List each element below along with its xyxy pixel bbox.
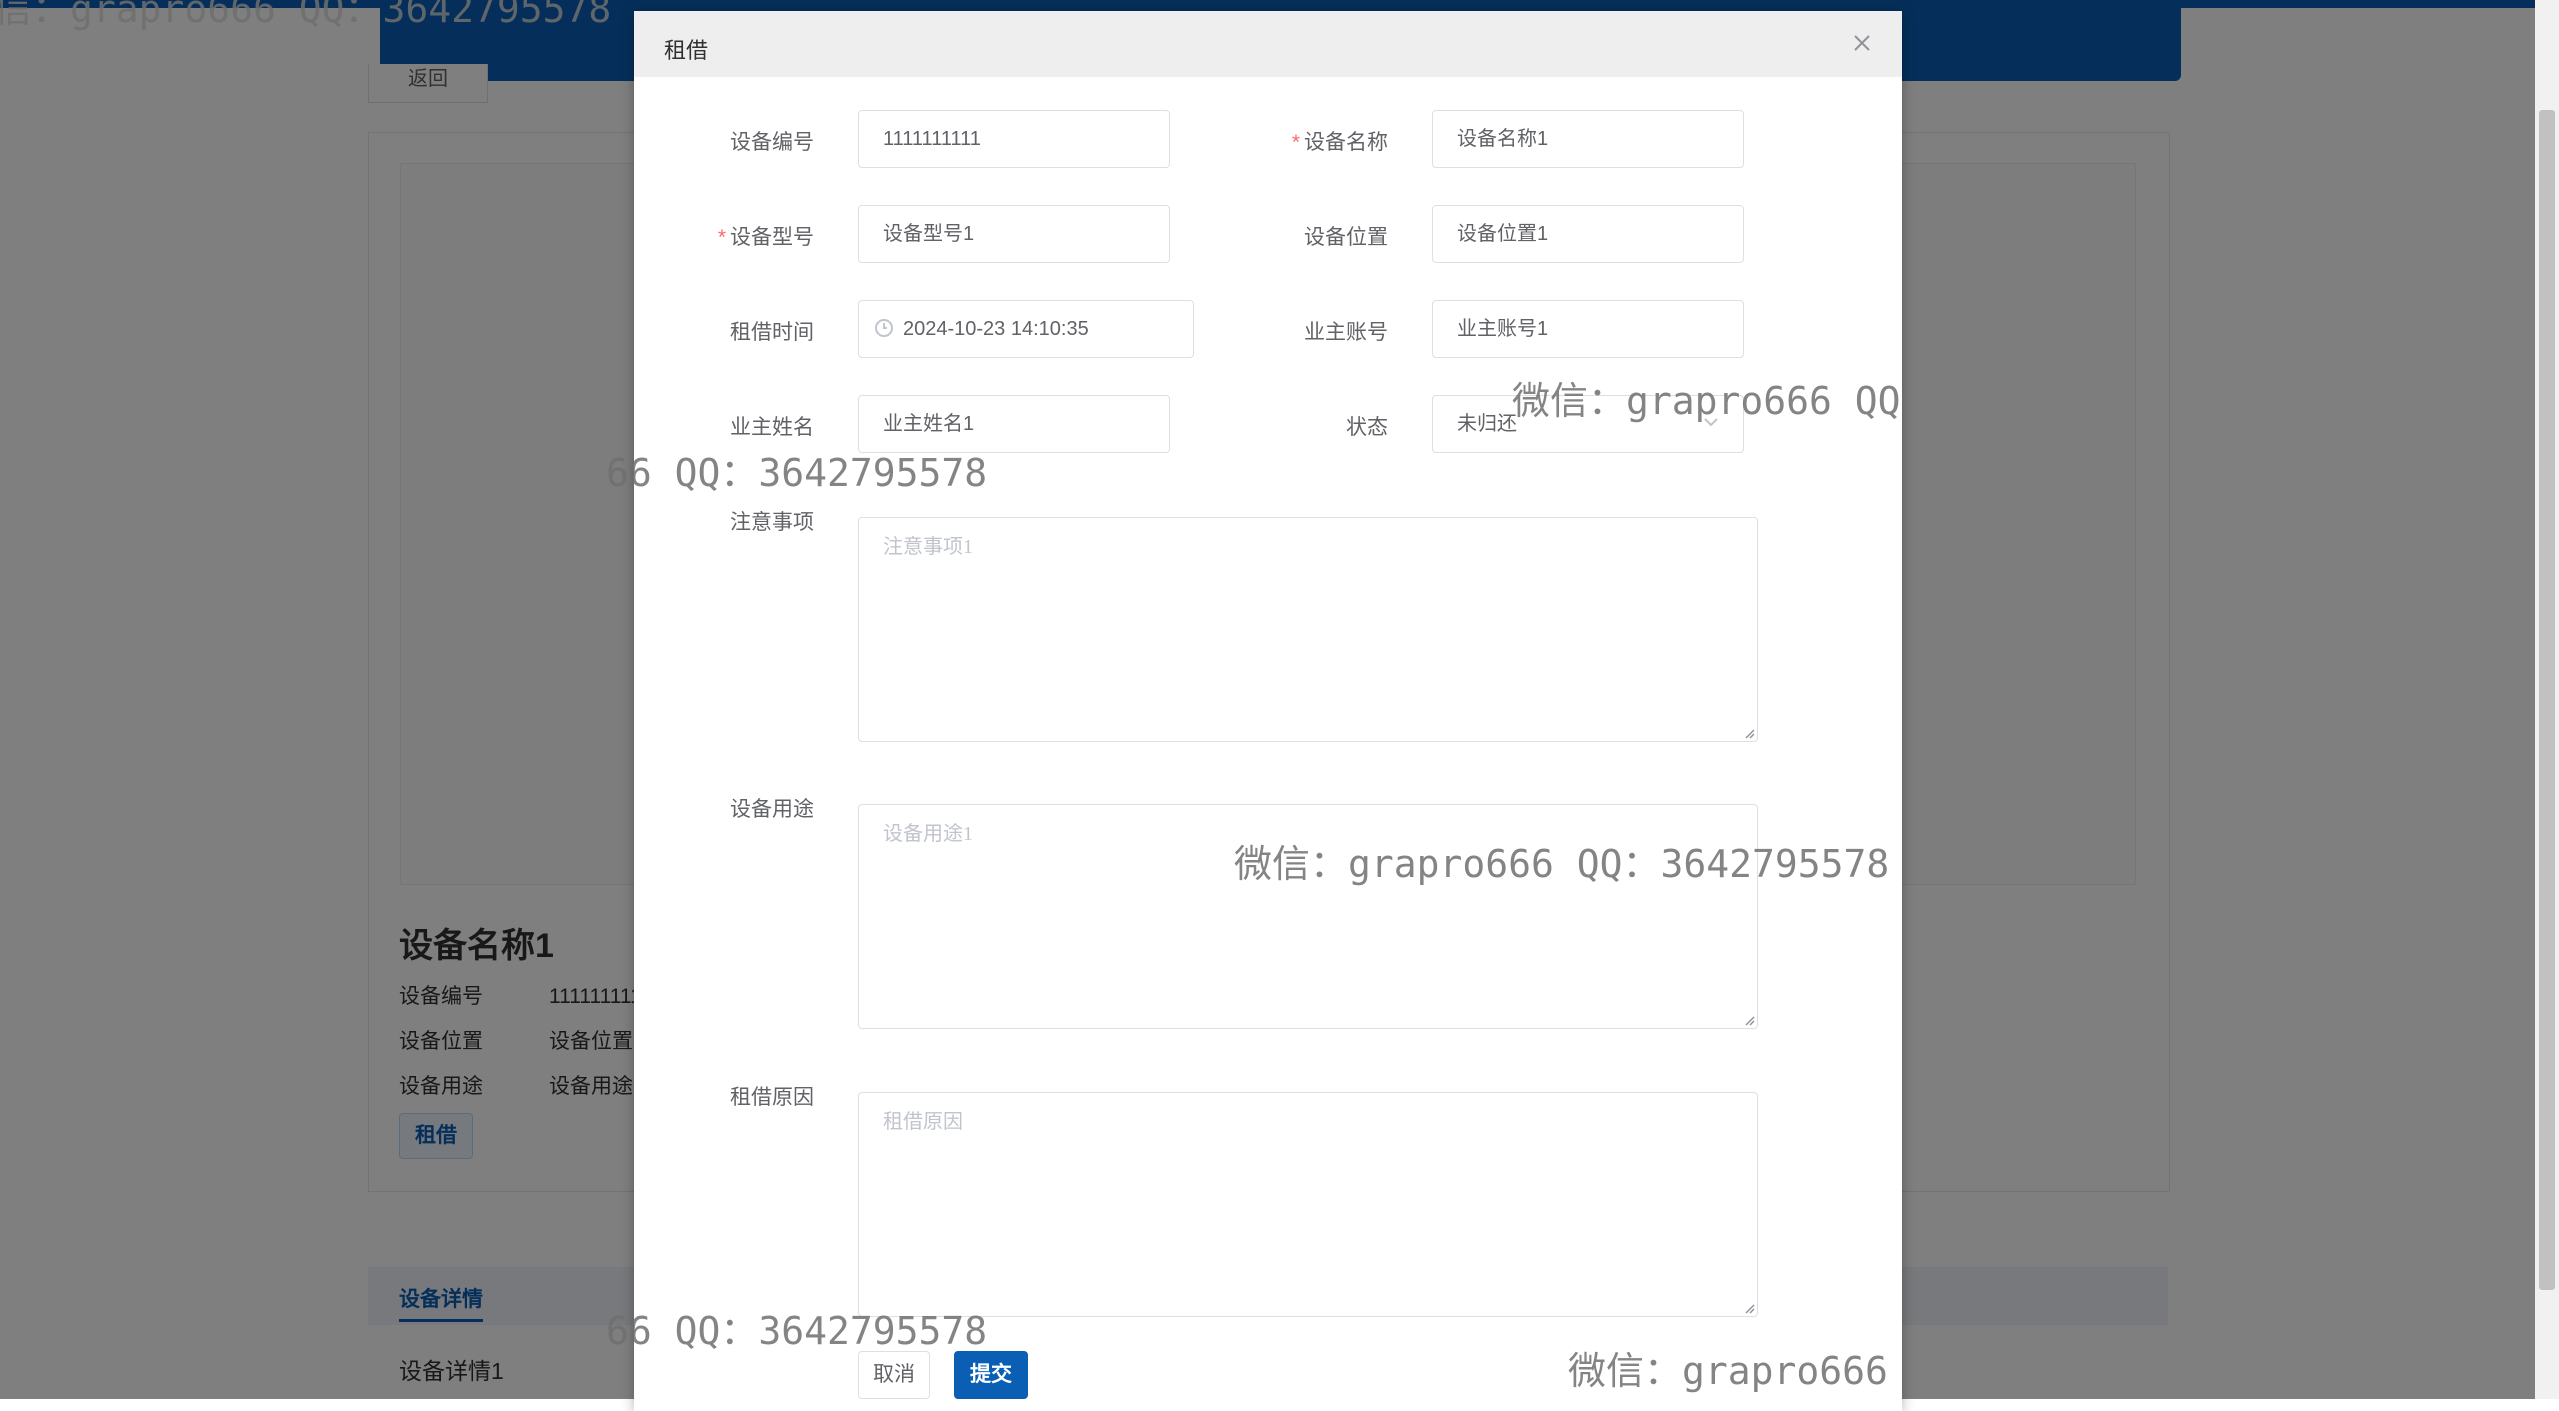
resize-handle-icon[interactable] (1743, 1302, 1755, 1314)
resize-handle-icon[interactable] (1743, 1014, 1755, 1026)
dialog-header: 租借 (634, 11, 1902, 77)
close-icon[interactable] (1848, 29, 1876, 57)
usage-placeholder: 设备用途1 (883, 823, 973, 845)
reason-textarea[interactable]: 租借原因 (858, 1092, 1758, 1317)
label-rent-time: 租借时间 (634, 316, 814, 346)
label-usage: 设备用途 (634, 793, 814, 823)
label-text: 业主姓名 (730, 416, 814, 439)
usage-textarea[interactable]: 设备用途1 (858, 804, 1758, 1029)
label-text: 设备编号 (730, 131, 814, 154)
owner-name-field[interactable]: 业主姓名1 (858, 395, 1170, 453)
label-text: 设备位置 (1304, 226, 1388, 249)
label-text: 注意事项 (730, 511, 814, 534)
notes-placeholder: 注意事项1 (883, 536, 973, 558)
label-device-model: * 设备型号 (634, 221, 814, 251)
submit-button[interactable]: 提交 (954, 1351, 1028, 1399)
rent-time-value: 2024-10-23 14:10:35 (903, 318, 1089, 340)
label-device-name: * 设备名称 (1208, 126, 1388, 156)
owner-account-field[interactable]: 业主账号1 (1432, 300, 1744, 358)
dialog-title: 租借 (664, 38, 709, 63)
reason-placeholder: 租借原因 (883, 1111, 963, 1133)
label-text: 租借时间 (730, 321, 814, 344)
required-mark: * (1291, 131, 1300, 154)
label-status: 状态 (1208, 411, 1388, 441)
clock-icon (875, 318, 893, 337)
label-owner-name: 业主姓名 (634, 411, 814, 441)
label-owner-account: 业主账号 (1208, 316, 1388, 346)
required-mark: * (717, 226, 726, 249)
page-scrollbar[interactable] (2535, 0, 2559, 1399)
device-model-field[interactable]: 设备型号1 (858, 205, 1170, 263)
label-notes: 注意事项 (634, 506, 814, 536)
label-text: 设备型号 (730, 226, 814, 249)
label-device-no: 设备编号 (634, 126, 814, 156)
status-value: 未归还 (1457, 413, 1517, 435)
cancel-button[interactable]: 取消 (858, 1351, 930, 1399)
resize-handle-icon[interactable] (1743, 727, 1755, 739)
notes-textarea[interactable]: 注意事项1 (858, 517, 1758, 742)
label-text: 设备用途 (730, 798, 814, 821)
label-text: 设备名称 (1304, 131, 1388, 154)
scrollbar-thumb[interactable] (2539, 110, 2555, 1290)
label-text: 状态 (1346, 416, 1388, 439)
device-location-field[interactable]: 设备位置1 (1432, 205, 1744, 263)
device-no-field[interactable]: 1111111111 (858, 110, 1170, 168)
label-reason: 租借原因 (634, 1081, 814, 1111)
label-text: 租借原因 (730, 1086, 814, 1109)
rent-time-picker[interactable]: 2024-10-23 14:10:35 (858, 300, 1194, 358)
label-device-location: 设备位置 (1208, 221, 1388, 251)
rent-dialog: 租借 设备编号 1111111111 * 设备名称 设备名称1 * 设备型号 设备型… (634, 11, 1902, 1411)
device-name-field[interactable]: 设备名称1 (1432, 110, 1744, 168)
label-text: 业主账号 (1304, 321, 1388, 344)
status-select[interactable]: 未归还 (1432, 395, 1744, 453)
chevron-down-icon (1704, 418, 1718, 427)
